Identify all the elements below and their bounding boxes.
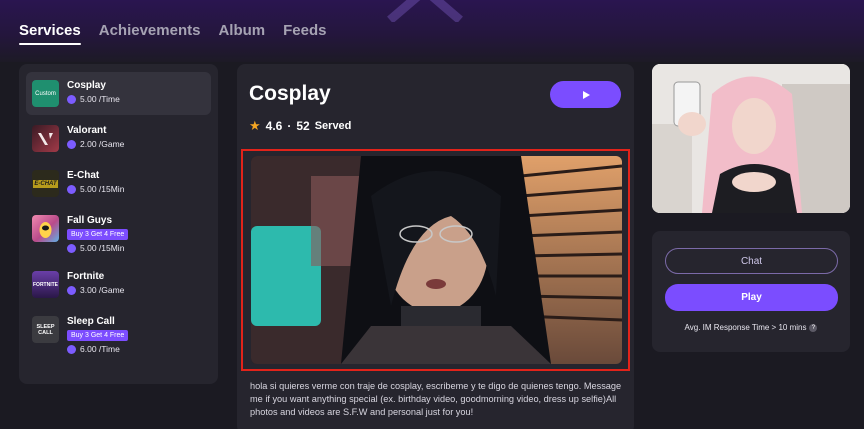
promo-badge: Buy 3 Get 4 Free [67, 229, 129, 240]
tab-services[interactable]: Services [19, 22, 81, 45]
served-label: Served [314, 120, 352, 132]
service-item-e-chat[interactable]: E-CHAT E-Chat 5.00 /15Min [26, 162, 211, 205]
service-name: E-Chat [67, 170, 100, 181]
media-highlight-frame [241, 149, 630, 371]
service-name: Cosplay [67, 80, 106, 91]
service-name: Valorant [67, 125, 107, 136]
valorant-game-icon [32, 125, 59, 152]
coin-icon [67, 243, 76, 253]
service-name: Sleep Call [67, 316, 115, 327]
play-icon [582, 90, 590, 99]
service-name: Fortnite [67, 271, 105, 282]
coin-icon [67, 344, 76, 354]
service-price: 3.00 /Game [67, 285, 124, 295]
coin-icon [67, 94, 76, 104]
service-price: 2.00 /Game [67, 139, 124, 149]
coin-icon [67, 184, 76, 194]
sleep-call-icon: SLEEP CALL [32, 316, 59, 343]
play-button[interactable]: Play [665, 284, 838, 311]
response-time-text: Avg. IM Response Time > 10 mins [684, 323, 807, 332]
rating-value: 4.6 [265, 119, 283, 133]
service-detail-card: Cosplay ★ 4.6 · 52 Served hola si quiere… [237, 64, 634, 429]
tab-album[interactable]: Album [218, 22, 265, 45]
service-price: 5.00 /Time [67, 94, 120, 104]
chevron-up-decoration-icon [387, 0, 463, 22]
help-icon[interactable]: ? [809, 323, 818, 332]
service-item-valorant[interactable]: Valorant 2.00 /Game [26, 117, 211, 160]
coin-icon [67, 285, 76, 295]
promo-badge: Buy 3 Get 4 Free [67, 330, 129, 341]
rating-row: ★ 4.6 · 52 Served [249, 118, 351, 134]
service-item-cosplay[interactable]: Custom Cosplay 5.00 /Time [26, 72, 211, 115]
service-description: hola si quieres verme con traje de cospl… [250, 381, 622, 417]
tab-achievements[interactable]: Achievements [99, 22, 201, 45]
service-price: 5.00 /15Min [67, 243, 128, 253]
service-title: Cosplay [249, 82, 331, 105]
action-panel: Chat Play Avg. IM Response Time > 10 min… [652, 231, 850, 352]
service-name: Fall Guys [67, 215, 113, 226]
service-item-fortnite[interactable]: FORTNITE Fortnite 3.00 /Game [26, 263, 211, 306]
service-item-sleep-call[interactable]: SLEEP CALL Sleep Call Buy 3 Get 4 Free 6… [26, 308, 211, 362]
chat-button[interactable]: Chat [665, 248, 838, 274]
service-item-fall-guys[interactable]: Fall Guys Buy 3 Get 4 Free 5.00 /15Min [26, 207, 211, 261]
tab-feeds[interactable]: Feeds [283, 22, 326, 45]
service-price: 5.00 /15Min [67, 184, 124, 194]
profile-tabs: Services Achievements Album Feeds [19, 22, 326, 45]
fall-guys-game-icon [32, 215, 59, 242]
service-price: 6.00 /Time [67, 344, 128, 354]
response-time-info: Avg. IM Response Time > 10 mins ? [652, 323, 850, 332]
custom-icon: Custom [32, 80, 59, 107]
e-chat-icon: E-CHAT [32, 170, 59, 197]
play-voice-intro-button[interactable] [550, 81, 621, 108]
top-header-bar: Services Achievements Album Feeds [0, 0, 864, 62]
cosplay-showcase-image[interactable] [251, 156, 622, 364]
profile-photo[interactable] [652, 64, 850, 213]
served-count: 52 [296, 119, 310, 133]
star-icon: ★ [249, 118, 261, 133]
rating-separator: · [287, 119, 292, 133]
coin-icon [67, 139, 76, 149]
services-list: Custom Cosplay 5.00 /Time Valorant 2.00 … [19, 64, 218, 384]
fortnite-game-icon: FORTNITE [32, 271, 59, 298]
